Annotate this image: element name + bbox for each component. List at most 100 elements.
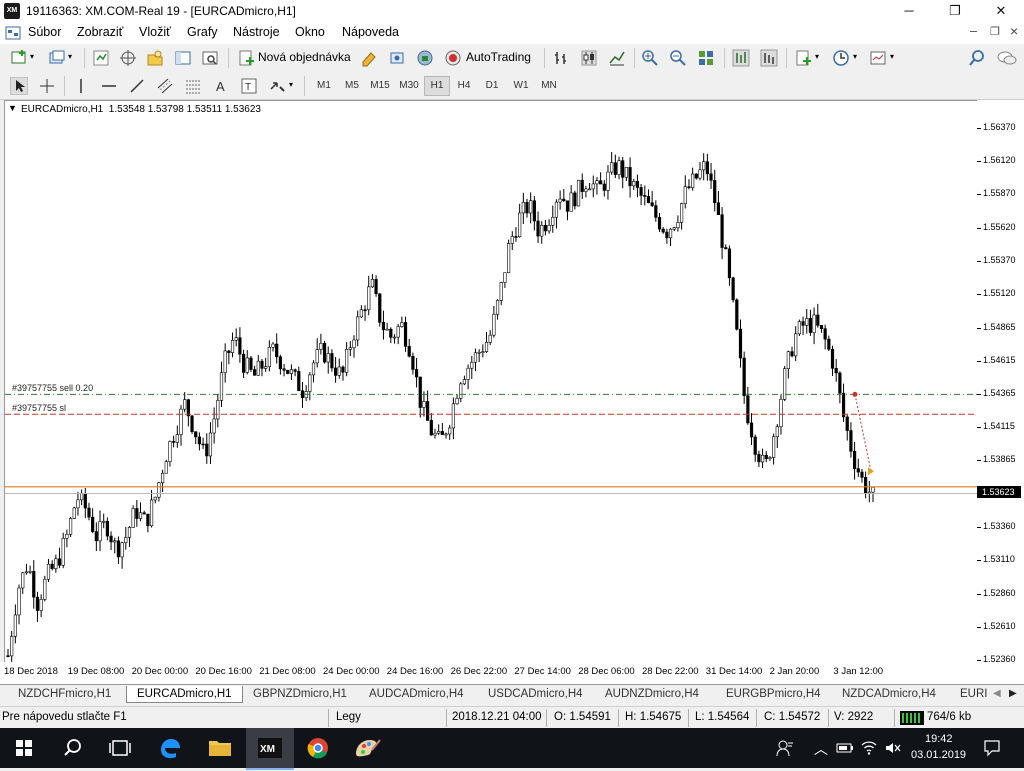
- sl-line-label[interactable]: #39757755 sl: [12, 403, 66, 413]
- navigator-icon[interactable]: [146, 49, 164, 67]
- menu-charts[interactable]: Grafy: [187, 25, 218, 39]
- tab-eurgbp[interactable]: EURGBPmicro,H4: [726, 688, 821, 700]
- close-button[interactable]: ✕: [978, 0, 1024, 22]
- text-label-icon[interactable]: T: [240, 77, 258, 95]
- zoom-in-icon[interactable]: [641, 49, 659, 67]
- chrome-icon[interactable]: [294, 728, 342, 768]
- fibonacci-icon[interactable]: [184, 77, 202, 95]
- clock-time[interactable]: 19:42: [925, 733, 953, 745]
- market-icon[interactable]: [416, 49, 434, 67]
- data-window-icon[interactable]: [119, 49, 137, 67]
- timeframe-m1[interactable]: M1: [312, 77, 336, 95]
- tabs-scroll-right-icon[interactable]: ▶: [1009, 688, 1017, 699]
- edge-browser-icon[interactable]: [146, 728, 194, 768]
- horizontal-line-icon[interactable]: [100, 77, 118, 95]
- menu-insert[interactable]: Vložiť: [139, 25, 171, 39]
- minimize-button[interactable]: ─: [886, 0, 932, 22]
- child-minimize-button[interactable]: –: [970, 24, 977, 38]
- indicators-icon[interactable]: [794, 49, 812, 67]
- tab-audnzd[interactable]: AUDNZDmicro,H4: [605, 688, 699, 700]
- volume-mute-icon[interactable]: [884, 740, 902, 756]
- tab-nzdcad[interactable]: NZDCADmicro,H4: [842, 688, 936, 700]
- clock-date[interactable]: 03.01.2019: [911, 749, 966, 761]
- menu-file[interactable]: Súbor: [28, 25, 61, 39]
- equidistant-channel-icon[interactable]: [156, 77, 174, 95]
- timeframe-h4[interactable]: H4: [452, 77, 476, 95]
- periods-clock-icon[interactable]: [832, 49, 850, 67]
- terminal-icon[interactable]: [174, 49, 192, 67]
- time-axis[interactable]: 18 Dec 2018 19 Dec 08:00 20 Dec 00:00 20 De…: [0, 662, 1024, 684]
- menu-help[interactable]: Nápoveda: [342, 25, 399, 39]
- zoom-out-icon[interactable]: [669, 49, 687, 67]
- tab-usdcad[interactable]: USDCADmicro,H4: [488, 688, 583, 700]
- maximize-button[interactable]: ❐: [932, 0, 978, 22]
- tab-euri[interactable]: EURI: [960, 688, 987, 700]
- new-order-icon[interactable]: [237, 49, 255, 67]
- chevron-down-icon[interactable]: ▾: [853, 52, 857, 61]
- menu-view[interactable]: Zobraziť: [77, 25, 123, 39]
- action-center-icon[interactable]: [983, 739, 1001, 757]
- line-chart-icon[interactable]: [608, 49, 626, 67]
- autotrading-button[interactable]: AutoTrading: [466, 50, 531, 64]
- search-icon[interactable]: [968, 49, 986, 67]
- task-view-icon[interactable]: [96, 728, 144, 768]
- timeframe-mn[interactable]: MN: [536, 77, 562, 95]
- tabs-scroll-left-icon[interactable]: ◀: [993, 688, 1001, 699]
- templates-icon[interactable]: [869, 49, 887, 67]
- tab-audcad[interactable]: AUDCADmicro,H4: [369, 688, 464, 700]
- chevron-up-icon[interactable]: ︿: [814, 739, 828, 759]
- timeframe-m15[interactable]: M15: [367, 77, 393, 95]
- new-order-button[interactable]: Nová objednávka: [258, 50, 351, 64]
- tile-windows-icon[interactable]: [697, 49, 715, 67]
- child-restore-button[interactable]: ❐: [990, 25, 1000, 38]
- text-icon[interactable]: A: [212, 77, 230, 95]
- child-close-button[interactable]: ×: [1010, 23, 1018, 39]
- cursor-icon[interactable]: [10, 77, 28, 95]
- tab-gbpnzd[interactable]: GBPNZDmicro,H1: [253, 688, 347, 700]
- timeframe-m5[interactable]: M5: [340, 77, 364, 95]
- chevron-down-icon[interactable]: ▾: [289, 80, 293, 89]
- chevron-down-icon[interactable]: ▾: [30, 52, 34, 61]
- chat-icon[interactable]: [996, 49, 1018, 67]
- mt4-taskbar-button[interactable]: XM: [246, 728, 294, 770]
- candlestick-plot[interactable]: [5, 101, 977, 663]
- strategy-tester-icon[interactable]: [201, 49, 219, 67]
- people-icon[interactable]: [776, 738, 794, 758]
- trendline-icon[interactable]: [128, 77, 146, 95]
- search-icon[interactable]: [48, 728, 96, 768]
- chevron-down-icon[interactable]: ▾: [68, 52, 72, 61]
- market-watch-icon[interactable]: [92, 49, 110, 67]
- signals-icon[interactable]: [388, 49, 406, 67]
- order-line-label[interactable]: #39757755 sell 0.20: [12, 383, 93, 393]
- autoscroll-icon[interactable]: [760, 49, 778, 67]
- wifi-icon[interactable]: [860, 740, 878, 756]
- chart-canvas[interactable]: ▼ EURCADmicro,H1 1.53548 1.53798 1.53511…: [4, 100, 978, 664]
- bar-chart-icon[interactable]: [552, 49, 570, 67]
- candlestick-icon[interactable]: [580, 49, 598, 67]
- menu-window[interactable]: Okno: [295, 25, 325, 39]
- new-chart-icon[interactable]: [10, 49, 28, 67]
- profiles-icon[interactable]: [48, 49, 66, 67]
- timeframe-w1[interactable]: W1: [508, 77, 534, 95]
- tab-eurcad[interactable]: EURCADmicro,H1: [126, 686, 243, 703]
- arrows-icon[interactable]: [268, 77, 286, 95]
- price-axis[interactable]: 1.56370 1.56120 1.55870 1.55620 1.55370 1.551…: [977, 100, 1024, 664]
- candle-body: [253, 369, 257, 376]
- autotrading-icon[interactable]: [444, 49, 462, 67]
- windows-start-icon[interactable]: [0, 728, 48, 768]
- paint-icon[interactable]: [342, 728, 390, 768]
- chart-shift-icon[interactable]: [732, 49, 750, 67]
- timeframe-h1[interactable]: H1: [424, 76, 450, 96]
- file-explorer-icon[interactable]: [196, 728, 244, 768]
- menu-tools[interactable]: Nástroje: [233, 25, 280, 39]
- timeframe-d1[interactable]: D1: [480, 77, 504, 95]
- chevron-down-icon[interactable]: ▾: [890, 52, 894, 61]
- metaeditor-icon[interactable]: [360, 49, 378, 67]
- tab-nzdchf[interactable]: NZDCHFmicro,H1: [18, 688, 111, 700]
- timeframe-m30[interactable]: M30: [396, 77, 422, 95]
- battery-icon[interactable]: [836, 741, 854, 755]
- chart-window-icon[interactable]: [5, 25, 21, 41]
- crosshair-icon[interactable]: [38, 77, 56, 95]
- vertical-line-icon[interactable]: [72, 77, 90, 95]
- chevron-down-icon[interactable]: ▾: [815, 52, 819, 61]
